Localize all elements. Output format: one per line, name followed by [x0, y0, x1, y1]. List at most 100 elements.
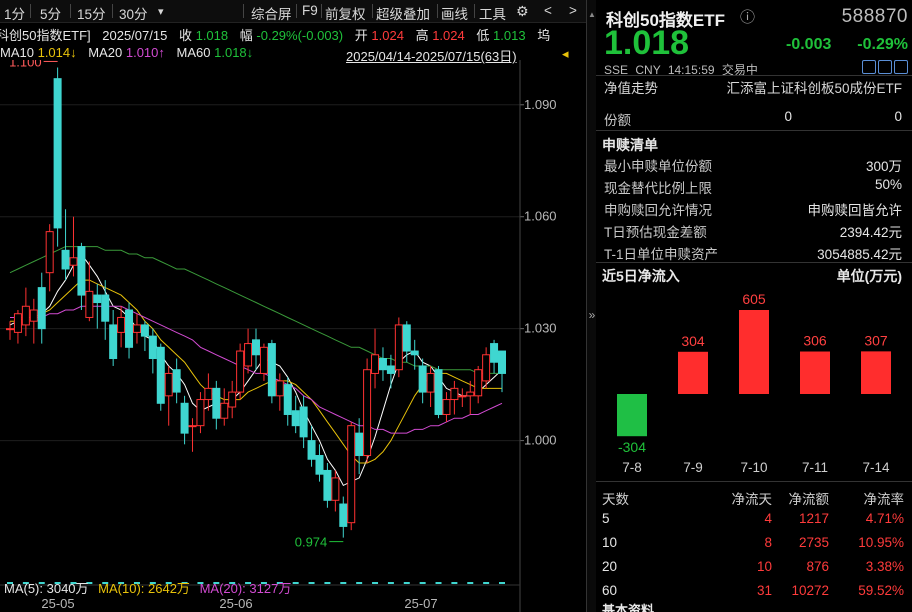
candle-body	[339, 503, 348, 527]
candle	[29, 298, 38, 344]
candle	[339, 496, 348, 538]
share-v1: 0	[784, 109, 792, 124]
candle-body	[164, 372, 173, 397]
ma-legend-row: MA10 1.014↓ MA20 1.010↑ MA60 1.018↓	[0, 45, 253, 60]
volume-mark	[403, 582, 410, 584]
candle-body	[212, 387, 221, 419]
low-value: 1.013	[493, 28, 526, 43]
netflow-value-label: -304	[618, 439, 646, 455]
candle-body	[347, 425, 356, 524]
vol-ma10: MA(10): 2642万	[98, 581, 190, 596]
candle	[172, 358, 181, 404]
candle-body	[85, 290, 94, 318]
ma10-label: MA10	[0, 45, 34, 60]
netflow-category-label: 7-8	[622, 460, 642, 475]
period-15min-tab[interactable]: 15分	[77, 3, 106, 23]
candle	[148, 328, 157, 374]
redemption-row-label: 现金替代比例上限	[604, 181, 712, 196]
volume-mark	[483, 582, 490, 584]
redemption-row-value: 申购赎回皆允许	[807, 203, 903, 218]
candle-body	[69, 257, 78, 266]
candle-body	[148, 335, 157, 360]
netflow-category-label: 7-10	[740, 460, 767, 475]
netflow-table-cell: 31	[756, 583, 772, 598]
candle-body	[299, 406, 308, 438]
candle-body	[109, 324, 118, 360]
info-icon[interactable]: ⓘ	[740, 6, 755, 27]
volume-mark	[467, 582, 474, 584]
netflow-table-header-cell: 净流率	[863, 492, 905, 507]
y-tick-label: 1.090	[524, 97, 557, 112]
candle-body	[125, 309, 134, 348]
quote-code: 588870	[841, 6, 908, 27]
netflow-table-row: 5 4 1217 4.71%	[596, 511, 912, 531]
redemption-row-label: T-1日单位申赎资产	[604, 247, 719, 262]
overlay-button[interactable]: 超级叠加	[376, 3, 430, 23]
share-label: 份额	[604, 113, 631, 128]
period-5min-tab[interactable]: 5分	[40, 3, 61, 23]
volume-mark	[451, 582, 458, 584]
basic-info-title: 基本资料	[602, 603, 655, 612]
candle	[61, 209, 70, 281]
netflow-bar-chart: -304 7-8 304 7-9 605 7-10 306 7-11 307 7-14	[617, 291, 891, 475]
candle	[125, 302, 134, 359]
gear-icon[interactable]: ⚙	[516, 3, 529, 20]
composite-screen-button[interactable]: 综合屏	[251, 3, 292, 23]
candle-body	[132, 324, 141, 333]
candle	[347, 421, 356, 531]
candle	[394, 317, 403, 378]
kline-chart[interactable]: 1.090 1.060 1.030 1.000 25-05 25-06 25-07 1.1…	[0, 60, 586, 612]
candle-body	[458, 395, 467, 398]
tools-button[interactable]: 工具	[479, 3, 506, 23]
candle-body	[434, 369, 443, 415]
f9-button[interactable]: F9	[302, 3, 318, 18]
candle-body	[252, 339, 260, 356]
candle	[323, 462, 332, 508]
max-price-label: 1.100	[9, 60, 42, 69]
candle	[132, 313, 141, 344]
quote-change-pct: -0.29%	[857, 36, 908, 53]
candle	[474, 365, 483, 404]
nav-header[interactable]: 净值走势 汇添富上证科创板50成份ETF	[596, 76, 912, 97]
candle-body	[172, 369, 181, 393]
candle	[283, 377, 292, 426]
redemption-row: 现金替代比例上限 50%	[604, 177, 902, 197]
redemption-row-value: 3054885.42元	[817, 247, 902, 262]
candle	[378, 347, 387, 381]
x-tick-label: 25-06	[219, 596, 252, 611]
high-value: 1.024	[432, 28, 465, 43]
edit-icon[interactable]	[862, 60, 876, 74]
candle	[77, 242, 86, 310]
candle-body	[402, 324, 411, 352]
volume-mark	[292, 582, 299, 584]
netflow-table-cell: 10	[602, 535, 618, 550]
forward-adjust-button[interactable]: 前复权	[325, 3, 366, 23]
nav-trend-label[interactable]: 净值走势	[604, 77, 658, 97]
y-axis: 1.090 1.060 1.030 1.000	[519, 60, 557, 612]
candle-body	[204, 387, 213, 401]
candle	[315, 444, 324, 482]
change-label: 幅	[239, 28, 253, 43]
draw-line-button[interactable]: 画线	[441, 3, 468, 23]
grid-icon[interactable]	[878, 60, 892, 74]
period-30min-tab[interactable]: 30分	[119, 3, 148, 23]
expand-icon[interactable]	[894, 60, 908, 74]
netflow-value-label: 304	[681, 333, 705, 349]
prev-arrow-icon[interactable]: <	[544, 3, 552, 18]
candle	[490, 339, 499, 374]
period-more-dropdown[interactable]: ▾	[158, 5, 164, 18]
candle	[236, 343, 245, 400]
candle	[53, 67, 62, 247]
candle-body	[307, 440, 316, 460]
candle	[259, 343, 268, 381]
candle-body	[275, 380, 284, 397]
period-1min-tab[interactable]: 1分	[4, 3, 25, 23]
netflow-table-header-cell: 净流天	[731, 492, 773, 507]
netflow-table-cell: 60	[602, 583, 618, 598]
netflow-title: 近5日净流入	[602, 268, 680, 284]
candle-body	[220, 402, 229, 419]
netflow-value-label: 306	[803, 333, 827, 349]
redemption-row: T-1日单位申赎资产 3054885.42元	[604, 243, 902, 263]
next-arrow-icon[interactable]: >	[569, 3, 577, 18]
netflow-table-cell: 10.95%	[858, 535, 904, 550]
